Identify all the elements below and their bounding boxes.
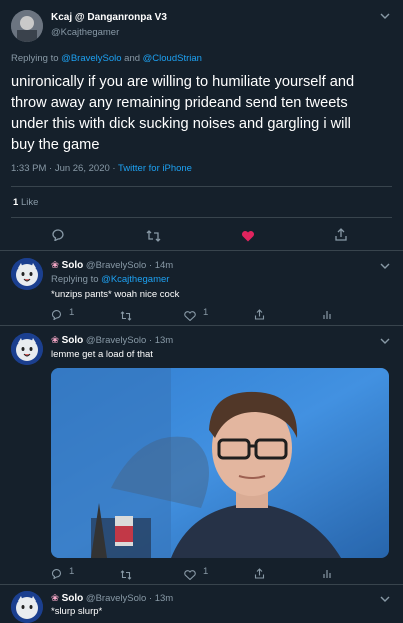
reply-header: ❀ Solo @BravelySolo · 14m [51,260,173,271]
reply-replying-to: Replying to @Kcajthegamer [51,274,169,285]
replying-prefix: Replying to [11,53,59,64]
reply-text: lemme get a load of that [51,349,153,360]
author-name[interactable]: Kcaj @ Danganronpa V3 [51,12,167,23]
reply-handle-time[interactable]: @BravelySolo · 13m [86,593,173,604]
author-handle[interactable]: @Kcajthegamer [51,27,119,38]
likes-stat[interactable]: 1 Like [13,197,38,208]
divider [0,325,403,326]
heart-icon[interactable] [184,567,196,585]
author-avatar-image [11,10,43,42]
reply-handle-time[interactable]: @BravelySolo · 14m [86,260,173,271]
analytics-icon[interactable] [322,566,332,584]
reply-handle-time[interactable]: @BravelySolo · 13m [86,335,173,346]
reply-count: 1 [69,566,75,577]
retweet-icon[interactable] [146,229,161,247]
likes-label: Like [20,197,39,208]
chevron-down-icon[interactable] [380,336,390,348]
avatar-image [11,333,43,365]
reply-avatar[interactable] [11,591,43,623]
share-icon[interactable] [254,307,265,325]
heart-icon[interactable] [184,308,196,326]
like-count: 1 [203,566,209,577]
likes-count: 1 [13,197,19,208]
retweet-icon[interactable] [120,567,132,585]
flower-icon: ❀ [51,260,59,271]
analytics-icon[interactable] [322,307,332,325]
photo-of-person-with-glasses [51,368,389,558]
replying-user-link[interactable]: @CloudStrian [143,53,202,64]
tweet-text-line: throw away any remaining prideand send t… [11,95,348,111]
reply-count: 1 [69,307,75,318]
tweet-time[interactable]: 1:33 PM · Jun 26, 2020 · [11,163,116,174]
reply-header: ❀ Solo @BravelySolo · 13m [51,593,173,604]
reply-icon[interactable] [51,566,62,584]
flower-icon: ❀ [51,593,59,604]
share-icon[interactable] [334,228,348,246]
reply-author-name[interactable]: Solo [62,593,84,604]
reply-header: ❀ Solo @BravelySolo · 13m [51,335,173,346]
tweet-text-line: buy the game [11,137,100,153]
reply-text: *unzips pants* woah nice cock [51,289,180,300]
like-count: 1 [203,307,209,318]
author-avatar[interactable] [11,10,43,42]
reply-icon[interactable] [51,307,62,325]
flower-icon: ❀ [51,335,59,346]
tweet-text-line: unironically if you are willing to humil… [11,74,355,90]
tweet-source[interactable]: Twitter for iPhone [118,163,192,174]
replying-user-link[interactable]: @Kcajthegamer [101,274,169,285]
share-icon[interactable] [254,566,265,584]
divider [0,250,403,251]
tweet-timestamp: 1:33 PM · Jun 26, 2020 · Twitter for iPh… [11,163,192,174]
tweet-text: unironically if you are willing to humil… [11,72,396,156]
reply-avatar[interactable] [11,333,43,365]
chevron-down-icon[interactable] [380,594,390,606]
divider [11,217,392,218]
replying-and: and [124,53,141,64]
divider [0,584,403,585]
replying-user-link[interactable]: @BravelySolo [61,53,121,64]
avatar-image [11,591,43,623]
tweet-text-line: under this with dick sucking noises and … [11,116,351,132]
reply-author-name[interactable]: Solo [62,335,84,346]
reply-icon[interactable] [51,228,65,246]
replying-to: Replying to @BravelySolo and @CloudStria… [11,53,202,64]
chevron-down-icon[interactable] [380,261,390,273]
reply-avatar[interactable] [11,258,43,290]
reply-media-image[interactable] [51,368,389,558]
reply-author-name[interactable]: Solo [62,260,84,271]
replying-prefix: Replying to [51,274,99,285]
chevron-down-icon[interactable] [380,11,390,23]
retweet-icon[interactable] [120,308,132,326]
reply-text: *slurp slurp* [51,606,103,617]
heart-icon[interactable] [241,229,255,247]
avatar-image [11,258,43,290]
divider [11,186,392,187]
